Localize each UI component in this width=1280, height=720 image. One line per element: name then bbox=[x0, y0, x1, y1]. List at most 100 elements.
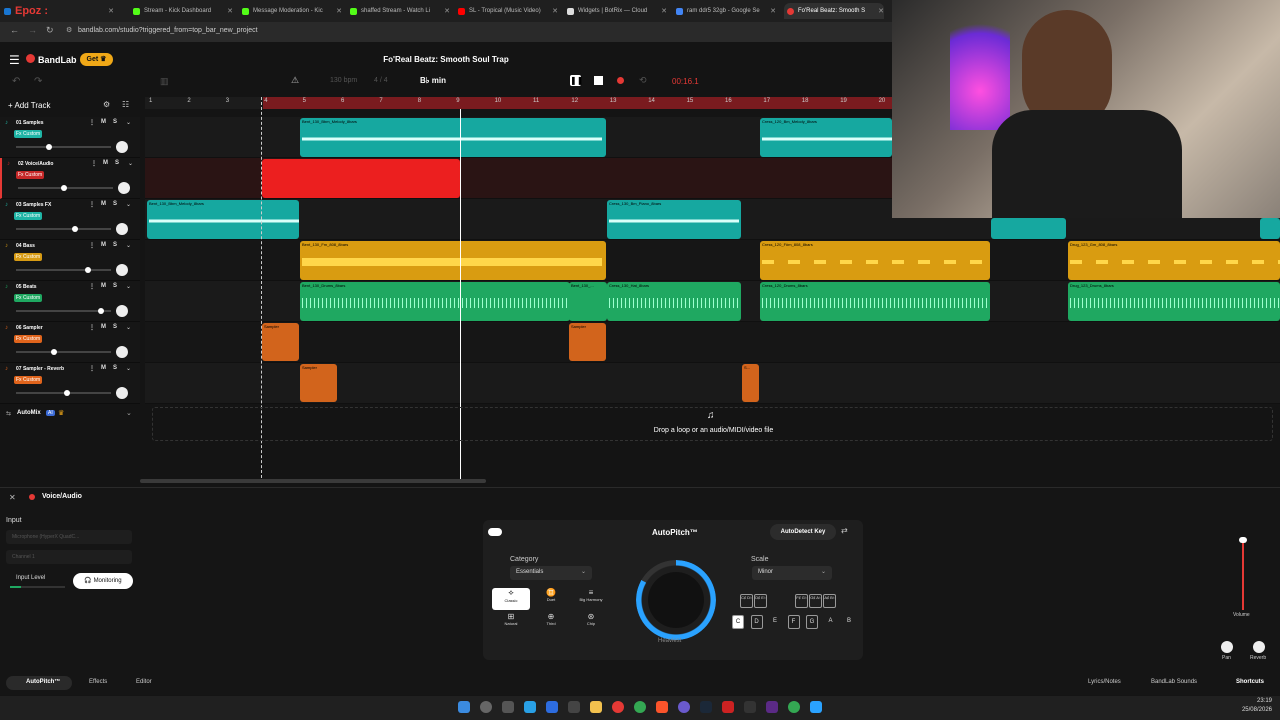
volume-fader-handle[interactable] bbox=[1239, 537, 1247, 543]
sharp-key[interactable]: G♯ A♭ bbox=[809, 594, 822, 608]
start-icon[interactable] bbox=[458, 701, 470, 713]
solo-button[interactable]: S bbox=[113, 324, 117, 330]
redo-icon[interactable]: ↷ bbox=[34, 76, 42, 87]
sharp-key[interactable]: D♯ E♭ bbox=[754, 594, 767, 608]
track-name[interactable]: 03 Samples FX bbox=[16, 202, 51, 208]
fx-badge[interactable]: Fx Custom bbox=[14, 376, 43, 384]
pan-knob[interactable] bbox=[116, 305, 128, 317]
preset-big-harmony[interactable]: ≡ Big Harmony bbox=[572, 588, 610, 610]
mute-button[interactable]: M bbox=[103, 160, 108, 166]
fx-badge[interactable]: Fx Custom bbox=[14, 130, 43, 138]
task-view-icon[interactable] bbox=[502, 701, 514, 713]
tab-google[interactable]: ram ddr5 32gb - Google Se ✕ bbox=[676, 3, 776, 19]
app-icon[interactable] bbox=[744, 701, 756, 713]
pan-knob[interactable] bbox=[116, 346, 128, 358]
channel-select[interactable]: Channel 1 bbox=[6, 550, 132, 564]
close-icon[interactable]: ✕ bbox=[661, 7, 667, 15]
tab-kick-dashboard[interactable]: Stream - Kick Dashboard ✕ bbox=[133, 3, 233, 19]
site-info-icon[interactable]: ⚙ bbox=[66, 26, 72, 34]
track-name[interactable]: 06 Sampler bbox=[16, 325, 43, 331]
chevron-down-icon[interactable]: ⌄ bbox=[126, 119, 131, 126]
chevron-down-icon[interactable]: ⌄ bbox=[128, 160, 133, 167]
add-track-button[interactable]: + Add Track bbox=[8, 101, 50, 110]
tab-autopitch[interactable]: AutoPitch™ bbox=[6, 676, 72, 690]
track-header[interactable]: ♪ 02 Voice/Audio Fx Custom ⋮ M S ⌄ bbox=[0, 158, 140, 199]
tab-bandlab[interactable]: Fo'Real Beatz: Smooth S ✕ bbox=[784, 3, 884, 19]
slider-handle[interactable] bbox=[85, 267, 91, 273]
tab-botrix[interactable]: Widgets | BotRix — Cloud ✕ bbox=[567, 3, 667, 19]
close-icon[interactable]: ✕ bbox=[770, 7, 776, 15]
volume-slider[interactable] bbox=[16, 390, 111, 396]
close-icon[interactable]: ✕ bbox=[336, 7, 342, 15]
more-icon[interactable]: ⋮ bbox=[89, 365, 95, 372]
clip[interactable]: S... bbox=[742, 364, 759, 402]
lane-sampler[interactable] bbox=[145, 322, 1280, 363]
slider-handle[interactable] bbox=[46, 144, 52, 150]
track-header[interactable]: ♪ 03 Samples FX Fx Custom ⋮ M S ⌄ bbox=[0, 199, 140, 240]
sharp-key[interactable]: C♯ D♭ bbox=[740, 594, 753, 608]
fx-badge[interactable]: Fx Custom bbox=[14, 253, 43, 261]
key-d[interactable]: D bbox=[750, 615, 763, 629]
slider-handle[interactable] bbox=[51, 349, 57, 355]
time-signature[interactable]: 4 / 4 bbox=[374, 77, 388, 84]
clip[interactable]: Drug_123_Gm_808_8bars bbox=[1068, 241, 1280, 280]
app-icon[interactable] bbox=[766, 701, 778, 713]
chrome-icon[interactable] bbox=[788, 701, 800, 713]
volume-slider[interactable] bbox=[16, 144, 111, 150]
category-select[interactable]: Essentials ⌄ bbox=[510, 566, 592, 580]
solo-button[interactable]: S bbox=[113, 365, 117, 371]
grid-icon[interactable]: ▥ bbox=[160, 76, 169, 87]
clip[interactable]: Cress_130_Hat_8bars bbox=[607, 282, 741, 321]
fx-badge[interactable]: Fx Custom bbox=[14, 294, 43, 302]
fx-badge[interactable]: Fx Custom bbox=[14, 335, 43, 343]
monitoring-button[interactable]: 🎧 Monitoring bbox=[73, 573, 133, 589]
fx-badge[interactable]: Fx Custom bbox=[16, 171, 45, 179]
pan-knob[interactable] bbox=[116, 264, 128, 276]
pan-knob[interactable] bbox=[116, 141, 128, 153]
clip[interactable]: Bent_130_Drums_8bars bbox=[300, 282, 570, 321]
clip[interactable]: Cress_130_Bm_Piano_8bars bbox=[607, 200, 741, 239]
clip[interactable]: Bent_130_Bbm_Melody_8bars bbox=[300, 118, 606, 157]
track-header[interactable]: ♪ 04 Bass Fx Custom ⋮ M S ⌄ bbox=[0, 240, 140, 281]
clip[interactable]: Sampler bbox=[300, 364, 337, 402]
volume-slider[interactable] bbox=[18, 185, 113, 191]
tune-icon[interactable]: ⚙ bbox=[103, 100, 110, 109]
tab-editor[interactable]: Editor bbox=[136, 679, 152, 685]
track-header[interactable]: ♪ 01 Samples Fx Custom ⋮ M S ⌄ bbox=[0, 117, 140, 158]
key-b[interactable]: B bbox=[843, 615, 855, 629]
key-g[interactable]: G bbox=[806, 615, 818, 629]
more-icon[interactable]: ⋮ bbox=[89, 283, 95, 290]
song-title[interactable]: Fo'Real Beatz: Smooth Soul Trap bbox=[0, 55, 892, 64]
slider-handle[interactable] bbox=[64, 390, 70, 396]
clip[interactable]: Cress_120_Drums_8bars bbox=[760, 282, 990, 321]
edge-icon[interactable] bbox=[546, 701, 558, 713]
search-icon[interactable] bbox=[480, 701, 492, 713]
mute-button[interactable]: M bbox=[101, 324, 106, 330]
mute-button[interactable]: M bbox=[101, 119, 106, 125]
solo-button[interactable]: S bbox=[113, 283, 117, 289]
slider-handle[interactable] bbox=[61, 185, 67, 191]
metronome-icon[interactable]: ⚠ bbox=[291, 75, 299, 86]
recording-clip[interactable] bbox=[262, 159, 460, 198]
solo-button[interactable]: S bbox=[113, 201, 117, 207]
pan-knob[interactable] bbox=[118, 182, 130, 194]
chrome-icon[interactable] bbox=[634, 701, 646, 713]
reload-icon[interactable]: ↻ bbox=[46, 25, 54, 36]
more-icon[interactable]: ⋮ bbox=[91, 160, 97, 167]
key-e[interactable]: E bbox=[769, 615, 781, 629]
preset-classic[interactable]: ⟡ Classic bbox=[492, 588, 530, 610]
loop-icon[interactable]: ⟲ bbox=[639, 75, 647, 86]
pan-knob[interactable] bbox=[1221, 641, 1233, 653]
pan-knob[interactable] bbox=[116, 387, 128, 399]
record-button[interactable] bbox=[617, 77, 624, 84]
settings-icon[interactable]: ⇄ bbox=[841, 526, 848, 535]
automix-row[interactable]: ⇆ AutoMix AI ♛ ⌄ bbox=[0, 408, 140, 422]
more-icon[interactable]: ⋮ bbox=[89, 201, 95, 208]
mute-button[interactable]: M bbox=[101, 283, 106, 289]
more-icon[interactable]: ⋮ bbox=[89, 119, 95, 126]
volume-fader[interactable] bbox=[1242, 540, 1244, 610]
sharp-key[interactable]: F♯ G♭ bbox=[795, 594, 808, 608]
solo-button[interactable]: S bbox=[115, 160, 119, 166]
steam-icon[interactable] bbox=[700, 701, 712, 713]
shortcuts-button[interactable]: Shortcuts bbox=[1236, 679, 1264, 685]
